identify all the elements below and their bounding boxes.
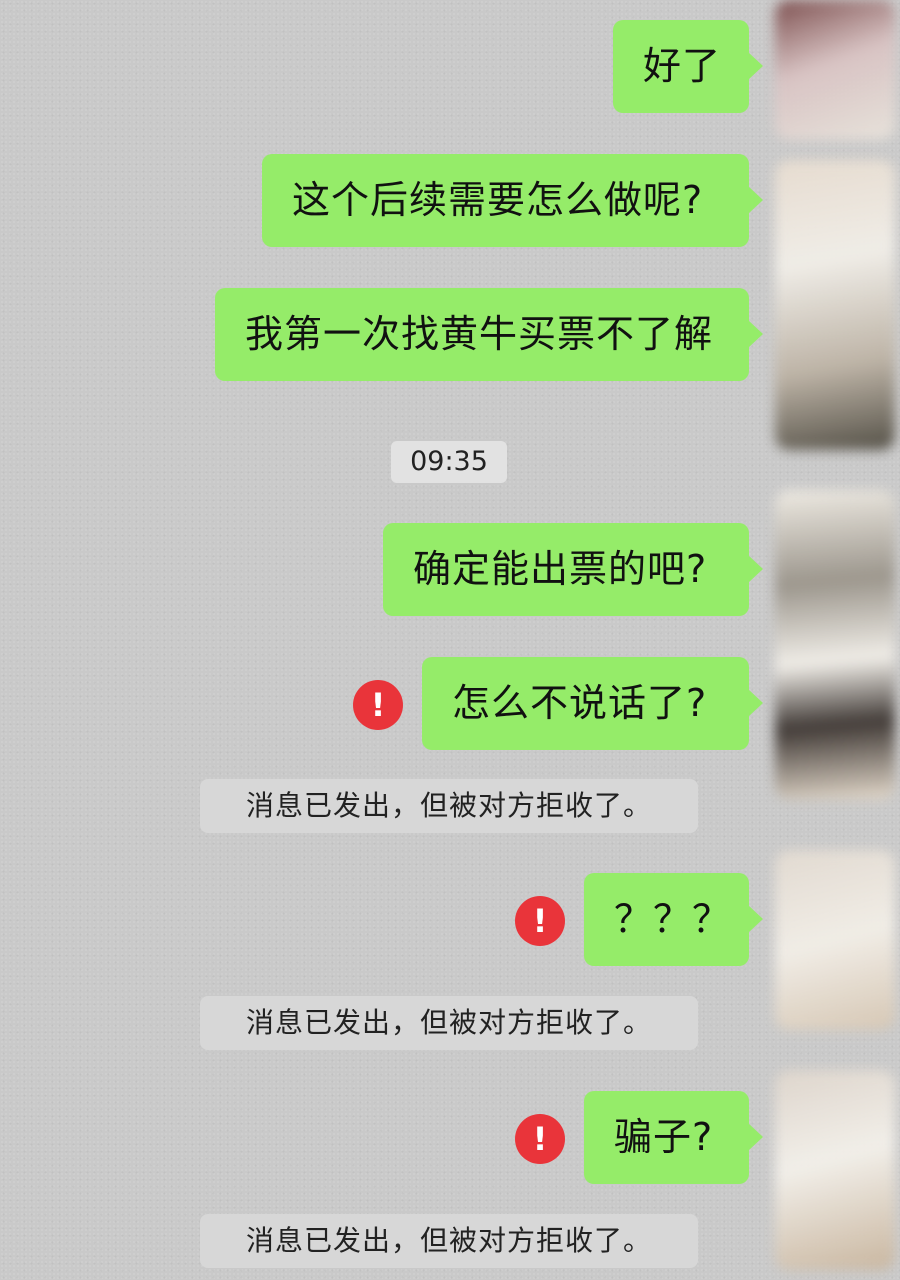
message-bubble[interactable]: 怎么不说话了? [422, 657, 763, 750]
chat-window: 好了 这个后续需要怎么做呢? 我第一次找黄牛买票不了解 09:35 确定能出票的… [0, 0, 900, 1280]
message-bubble[interactable]: 我第一次找黄牛买票不了解 [215, 288, 763, 381]
message-bubble[interactable]: 骗子? [584, 1091, 763, 1184]
message-bubble[interactable]: ？？？ [584, 873, 763, 966]
message-bubble[interactable]: 这个后续需要怎么做呢? [262, 154, 763, 247]
send-failed-icon[interactable]: ! [515, 896, 565, 946]
message-bubble[interactable]: 确定能出票的吧? [383, 523, 763, 616]
avatar[interactable] [775, 490, 895, 800]
avatar[interactable] [775, 1070, 895, 1270]
rejected-notice: 消息已发出，但被对方拒收了。 [200, 779, 698, 833]
avatar[interactable] [775, 0, 895, 140]
send-failed-icon[interactable]: ! [353, 680, 403, 730]
message-bubble[interactable]: 好了 [613, 20, 763, 113]
rejected-notice: 消息已发出，但被对方拒收了。 [200, 1214, 698, 1268]
message-timestamp: 09:35 [391, 441, 507, 483]
avatar[interactable] [775, 850, 895, 1030]
avatar[interactable] [775, 160, 895, 450]
send-failed-icon[interactable]: ! [515, 1114, 565, 1164]
rejected-notice: 消息已发出，但被对方拒收了。 [200, 996, 698, 1050]
